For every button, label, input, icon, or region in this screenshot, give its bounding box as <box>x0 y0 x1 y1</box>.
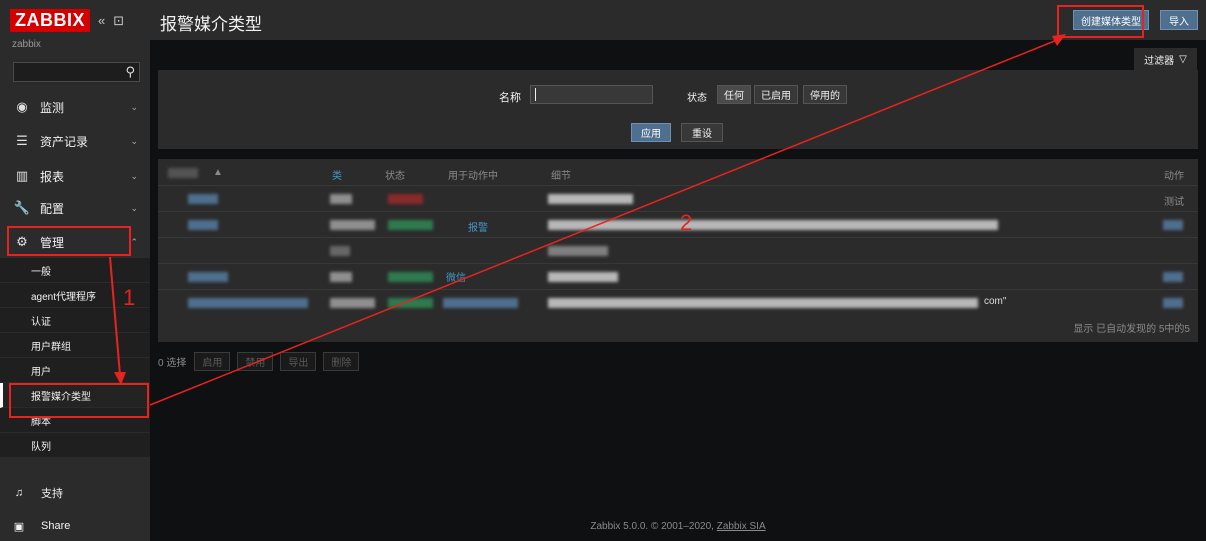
annotation-arrowhead-2 <box>1052 34 1066 46</box>
annotation-arrow-2 <box>149 37 1063 406</box>
annotation-arrows <box>109 34 1066 406</box>
annotation-arrow-1 <box>109 256 121 376</box>
annotation-arrowhead-1 <box>114 372 126 385</box>
